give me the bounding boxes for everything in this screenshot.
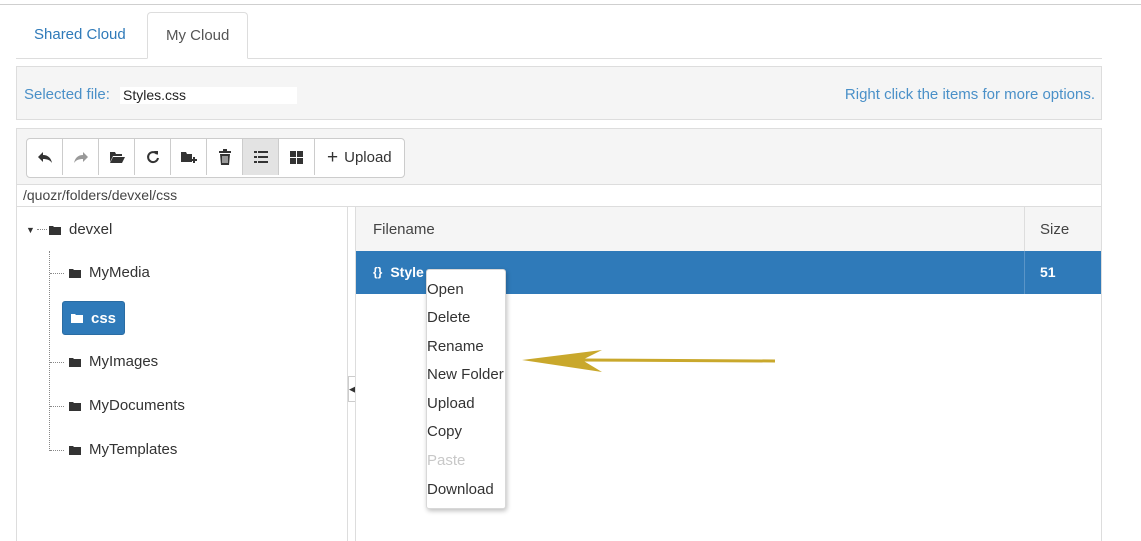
refresh-button[interactable] bbox=[135, 139, 171, 175]
window-top-border bbox=[0, 0, 1141, 5]
trash-icon bbox=[218, 149, 231, 165]
cloud-tabs: Shared Cloud My Cloud bbox=[16, 12, 1102, 59]
tab-my-cloud[interactable]: My Cloud bbox=[147, 12, 249, 59]
refresh-icon bbox=[146, 151, 159, 164]
braces-icon: {} bbox=[373, 265, 383, 279]
plus-icon: + bbox=[327, 146, 339, 168]
reply-icon bbox=[37, 152, 52, 163]
menu-item-new-folder[interactable]: New Folder bbox=[427, 366, 504, 383]
folder-icon bbox=[69, 445, 81, 455]
menu-item-download[interactable]: Download bbox=[427, 481, 494, 498]
column-header-filename[interactable]: Filename bbox=[373, 221, 435, 238]
forward-icon bbox=[73, 152, 88, 163]
menu-item-paste: Paste bbox=[427, 452, 466, 469]
menu-item-copy[interactable]: Copy bbox=[427, 423, 462, 440]
upload-button[interactable]: + Upload bbox=[315, 139, 404, 175]
tree-node-label: css bbox=[91, 309, 117, 327]
selected-file-value: Styles.css bbox=[120, 87, 297, 104]
folder-tree: ▼ devxel MyMedia css MyImages MyDocument… bbox=[16, 207, 348, 541]
back-button[interactable] bbox=[27, 139, 63, 175]
tree-item-mymedia[interactable]: MyMedia bbox=[69, 264, 150, 281]
menu-item-rename[interactable]: Rename bbox=[427, 338, 484, 355]
tree-item-css[interactable]: css bbox=[62, 301, 126, 335]
collapse-triangle-icon[interactable]: ▼ bbox=[26, 225, 35, 235]
grid-view-button[interactable] bbox=[279, 139, 315, 175]
annotation-arrow-icon bbox=[522, 350, 776, 372]
column-header-size[interactable]: Size bbox=[1040, 221, 1069, 238]
tree-item-mytemplates[interactable]: MyTemplates bbox=[69, 441, 177, 458]
file-size: 51 bbox=[1040, 264, 1056, 280]
file-name-cell: {} Style bbox=[373, 264, 424, 280]
list-view-button[interactable] bbox=[243, 139, 279, 175]
tree-root-devxel[interactable]: devxel bbox=[49, 221, 112, 238]
forward-button[interactable] bbox=[63, 139, 99, 175]
selected-file-label: Selected file: bbox=[24, 86, 110, 103]
tree-node-label: devxel bbox=[69, 221, 113, 238]
list-view-icon bbox=[253, 151, 268, 163]
file-name: Style bbox=[390, 264, 424, 280]
menu-item-upload[interactable]: Upload bbox=[427, 395, 475, 412]
toolbar-button-group: + Upload bbox=[26, 138, 405, 178]
tree-node-label: MyDocuments bbox=[89, 397, 185, 414]
folder-icon bbox=[69, 357, 81, 367]
folder-icon bbox=[71, 314, 83, 323]
tab-shared-cloud[interactable]: Shared Cloud bbox=[16, 12, 144, 58]
folder-icon bbox=[69, 268, 81, 278]
menu-item-delete[interactable]: Delete bbox=[427, 309, 470, 326]
open-folder-icon bbox=[109, 152, 125, 163]
selected-file-panel: Selected file: Styles.css Right click th… bbox=[16, 66, 1102, 120]
folder-icon bbox=[69, 401, 81, 411]
delete-button[interactable] bbox=[207, 139, 243, 175]
folder-icon bbox=[49, 225, 61, 235]
tree-node-label: MyMedia bbox=[89, 264, 150, 281]
upload-label: Upload bbox=[344, 148, 392, 166]
tree-item-mydocuments[interactable]: MyDocuments bbox=[69, 397, 185, 414]
toolbar-panel: + Upload bbox=[16, 128, 1102, 185]
new-folder-icon bbox=[180, 152, 197, 163]
open-folder-button[interactable] bbox=[99, 139, 135, 175]
grid-view-icon bbox=[290, 150, 303, 164]
menu-item-open[interactable]: Open bbox=[427, 281, 464, 298]
file-list-header: Filename Size bbox=[356, 207, 1101, 252]
tree-node-label: MyTemplates bbox=[89, 441, 178, 458]
context-menu: Open Delete Rename New Folder Upload Cop… bbox=[426, 269, 506, 509]
current-path: /quozr/folders/devxel/css bbox=[16, 185, 1102, 207]
new-folder-button[interactable] bbox=[171, 139, 207, 175]
tree-item-myimages[interactable]: MyImages bbox=[69, 353, 158, 370]
tree-node-label: MyImages bbox=[89, 353, 159, 370]
right-click-hint: Right click the items for more options. bbox=[844, 86, 1095, 103]
